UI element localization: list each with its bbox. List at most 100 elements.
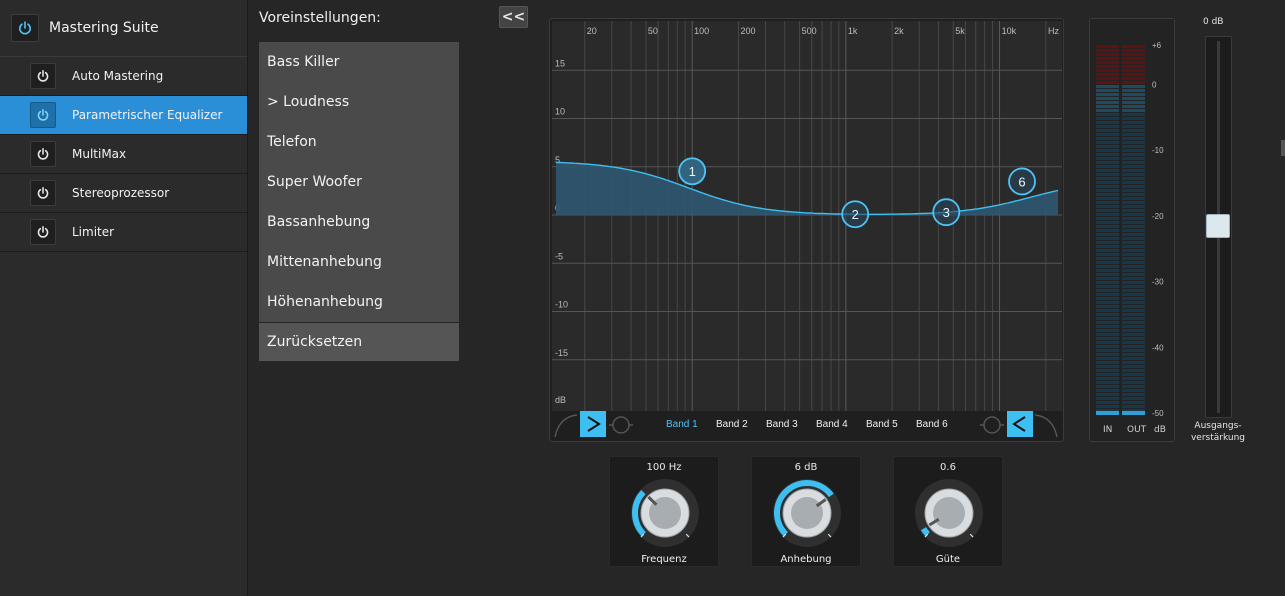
- preset-item[interactable]: Bass Killer: [259, 42, 459, 82]
- preset-item[interactable]: Telefon: [259, 122, 459, 162]
- eq-band-node[interactable]: 6: [1008, 167, 1036, 196]
- module-power-button[interactable]: [30, 180, 56, 206]
- sidebar-item-module[interactable]: Auto Mastering: [0, 57, 247, 96]
- meter-segment: [1122, 101, 1145, 104]
- meter-segment: [1096, 125, 1119, 128]
- sidebar-item-module[interactable]: Parametrischer Equalizer: [0, 96, 247, 135]
- meter-segment: [1122, 261, 1145, 264]
- preset-item[interactable]: Mittenanhebung: [259, 242, 459, 282]
- tab-band[interactable]: Band 2: [716, 419, 748, 430]
- meter-scale-label: -30: [1152, 278, 1164, 287]
- meter-segment: [1122, 317, 1145, 320]
- meter-segment: [1122, 137, 1145, 140]
- level-meter-panel: +6 0 -10 -20 -30 -40 -50 IN OUT dB: [1089, 18, 1175, 442]
- preset-item[interactable]: > Loudness: [259, 82, 459, 122]
- meter-segment: [1096, 237, 1119, 240]
- tab-band[interactable]: Band 3: [766, 419, 798, 430]
- eq-band-node[interactable]: 1: [678, 157, 707, 186]
- q-value: 0.6: [940, 462, 956, 473]
- sidebar-item-module[interactable]: MultiMax: [0, 135, 247, 174]
- suite-power-button[interactable]: [11, 14, 39, 42]
- module-label: Stereoprozessor: [72, 186, 170, 200]
- low-shelf-curve-icon[interactable]: [553, 411, 577, 439]
- meter-segment: [1096, 161, 1119, 164]
- meter-segment: [1096, 109, 1119, 112]
- scroll-edge[interactable]: [1281, 140, 1285, 156]
- freq-tick-label: 500: [802, 26, 817, 36]
- meter-segment: [1096, 261, 1119, 264]
- meter-segment: [1122, 249, 1145, 252]
- meter-segment: [1096, 377, 1119, 380]
- meter-segment: [1122, 121, 1145, 124]
- meter-segment: [1096, 361, 1119, 364]
- collapse-panel-button[interactable]: <<: [499, 6, 528, 28]
- meter-segment: [1096, 93, 1119, 96]
- q-knob-panel: 0.6 Güte: [893, 456, 1003, 567]
- gain-knob[interactable]: [769, 475, 845, 551]
- output-gain-handle[interactable]: [1206, 214, 1230, 238]
- module-power-button[interactable]: [30, 102, 56, 128]
- module-power-button[interactable]: [30, 141, 56, 167]
- eq-graph[interactable]: 20501002005001k2k5k10kHz151050-5-10-15dB…: [552, 21, 1062, 411]
- meter-segment: [1122, 405, 1145, 408]
- meter-segment: [1096, 225, 1119, 228]
- meter-segment: [1096, 405, 1119, 408]
- eq-band-node[interactable]: 2: [841, 200, 870, 229]
- meter-segment: [1096, 189, 1119, 192]
- meter-segment: [1122, 209, 1145, 212]
- band-toggle-icon[interactable]: [608, 413, 634, 437]
- meter-segment: [1096, 153, 1119, 156]
- tab-band[interactable]: Band 6: [916, 419, 948, 430]
- meter-segment: [1122, 401, 1145, 404]
- freq-tick-label: 20: [587, 26, 597, 36]
- meter-segment: [1122, 337, 1145, 340]
- high-shelf-curve-icon[interactable]: [1035, 411, 1059, 439]
- meter-segment: [1096, 301, 1119, 304]
- meter-segment: [1096, 309, 1119, 312]
- eq-band-node[interactable]: 3: [932, 198, 961, 227]
- meter-segment: [1096, 357, 1119, 360]
- band-next-button[interactable]: [580, 411, 606, 437]
- tab-band[interactable]: Band 4: [816, 419, 848, 430]
- band-toggle-icon[interactable]: [979, 413, 1005, 437]
- meter-segment: [1122, 113, 1145, 116]
- meter-segment: [1122, 109, 1145, 112]
- meter-segment: [1122, 73, 1145, 76]
- meter-segment: [1096, 349, 1119, 352]
- meter-segment: [1096, 193, 1119, 196]
- meter-segment: [1096, 265, 1119, 268]
- meter-segment: [1122, 385, 1145, 388]
- meter-segment: [1096, 53, 1119, 56]
- meter-segment: [1122, 349, 1145, 352]
- meter-segment: [1096, 229, 1119, 232]
- meter-segment: [1096, 217, 1119, 220]
- frequency-knob-panel: 100 Hz Frequenz: [609, 456, 719, 567]
- q-knob[interactable]: [911, 475, 987, 551]
- module-power-button[interactable]: [30, 219, 56, 245]
- frequency-knob[interactable]: [627, 475, 703, 551]
- preset-item[interactable]: Höhenanhebung: [259, 282, 459, 322]
- meter-segment: [1122, 297, 1145, 300]
- meter-out-label: OUT: [1127, 425, 1147, 435]
- tab-band[interactable]: Band 5: [866, 419, 898, 430]
- meter-segment: [1096, 277, 1119, 280]
- meter-segment: [1122, 177, 1145, 180]
- sidebar-item-module[interactable]: Stereoprozessor: [0, 174, 247, 213]
- meter-segment: [1096, 205, 1119, 208]
- meter-segment: [1096, 181, 1119, 184]
- preset-item[interactable]: Bassanhebung: [259, 202, 459, 242]
- meter-segment: [1122, 377, 1145, 380]
- meter-segment: [1096, 313, 1119, 316]
- meter-segment: [1122, 245, 1145, 248]
- reset-preset-button[interactable]: Zurücksetzen: [259, 322, 459, 361]
- meter-segment: [1096, 321, 1119, 324]
- band-prev-button[interactable]: [1007, 411, 1033, 437]
- meter-segment: [1122, 313, 1145, 316]
- freq-tick-label: 1k: [848, 26, 858, 36]
- module-power-button[interactable]: [30, 63, 56, 89]
- meter-segment: [1096, 241, 1119, 244]
- preset-item[interactable]: Super Woofer: [259, 162, 459, 202]
- tab-band[interactable]: Band 1: [666, 419, 698, 430]
- meter-segment: [1096, 85, 1119, 88]
- sidebar-item-module[interactable]: Limiter: [0, 213, 247, 252]
